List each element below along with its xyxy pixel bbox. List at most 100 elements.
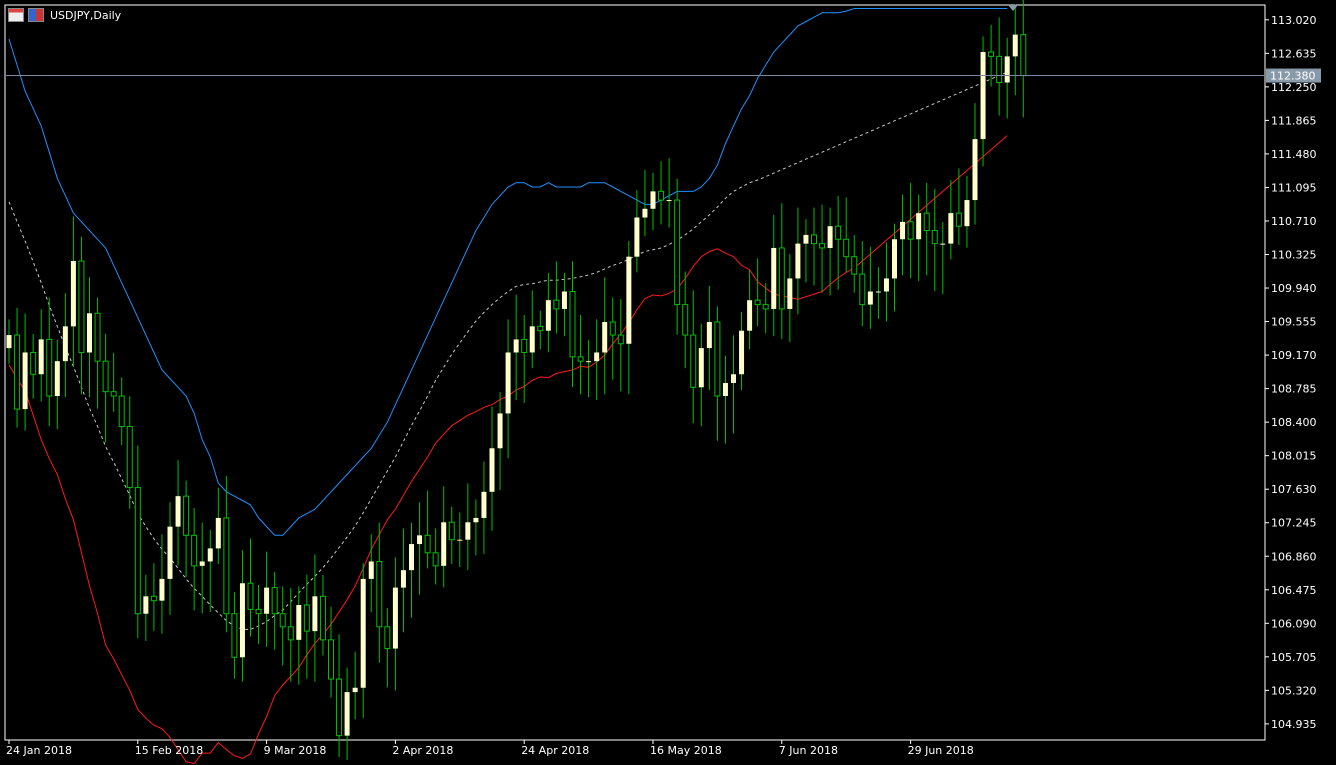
candle-body bbox=[328, 639, 334, 680]
candle-body bbox=[787, 278, 793, 309]
candle-body bbox=[22, 352, 28, 410]
candle-body bbox=[78, 260, 85, 353]
y-tick-label: 104.935 bbox=[1271, 718, 1317, 731]
symbol-icon[interactable] bbox=[28, 8, 44, 22]
candle-body bbox=[843, 238, 850, 258]
candle-body bbox=[14, 334, 21, 410]
candle-body bbox=[199, 561, 205, 566]
candle-body bbox=[183, 495, 190, 536]
candle-body bbox=[795, 243, 801, 279]
candle-body bbox=[771, 247, 777, 309]
candle-body bbox=[46, 338, 53, 397]
candle-body bbox=[102, 360, 109, 393]
candle-body bbox=[900, 221, 906, 240]
candle-body bbox=[980, 52, 986, 140]
candle-body bbox=[247, 582, 254, 610]
candle-body bbox=[569, 291, 576, 358]
y-tick-label: 108.400 bbox=[1271, 416, 1317, 429]
candle-body bbox=[706, 321, 712, 349]
candle-body bbox=[731, 374, 736, 383]
candle-body bbox=[827, 226, 833, 248]
price-chart[interactable]: 113.020 112.635 112.250 111.865 111.480 111.0… bbox=[0, 0, 1336, 765]
candle-body bbox=[448, 521, 455, 541]
y-tick-label: 107.245 bbox=[1271, 517, 1317, 530]
x-axis: 24 Jan 2018 15 Feb 2018 9 Mar 2018 2 Apr 20… bbox=[6, 740, 974, 757]
candle-body bbox=[948, 213, 954, 244]
candle-body bbox=[972, 139, 978, 201]
candle-body bbox=[674, 199, 681, 306]
candle-body bbox=[1004, 56, 1010, 83]
candle-body bbox=[239, 583, 245, 658]
candle-body bbox=[264, 587, 270, 614]
y-tick-label: 111.480 bbox=[1271, 148, 1317, 161]
chart-title: USDJPY,Daily bbox=[50, 8, 122, 22]
candle-body bbox=[134, 486, 141, 615]
y-tick-label: 112.635 bbox=[1271, 47, 1317, 60]
candle-body bbox=[223, 517, 230, 615]
candle-body bbox=[1012, 34, 1018, 57]
candle-body bbox=[368, 561, 374, 579]
candle-body bbox=[650, 191, 656, 209]
candle-body bbox=[159, 578, 165, 601]
candle-body bbox=[988, 51, 995, 57]
candle-body bbox=[118, 395, 125, 427]
candle-body bbox=[1020, 34, 1027, 77]
candle-body bbox=[424, 534, 431, 554]
candle-body bbox=[609, 321, 616, 336]
candle-body bbox=[352, 687, 358, 693]
candle-body bbox=[400, 570, 406, 588]
candle-body bbox=[996, 55, 1003, 84]
candle-body bbox=[303, 604, 310, 632]
y-tick-label: 108.785 bbox=[1271, 383, 1317, 396]
price-label-text: 112.380 bbox=[1270, 70, 1316, 83]
y-tick-label: 106.860 bbox=[1271, 550, 1317, 563]
candle-body bbox=[666, 200, 672, 202]
candle-body bbox=[513, 339, 519, 353]
plot-frame bbox=[4, 4, 1266, 741]
candle-body bbox=[819, 243, 826, 249]
x-tick-label: 2 Apr 2018 bbox=[392, 744, 453, 757]
x-tick-label: 24 Jan 2018 bbox=[6, 744, 72, 757]
candle-body bbox=[360, 578, 366, 688]
chart-title-bar: USDJPY,Daily bbox=[8, 6, 121, 24]
candle-body bbox=[955, 212, 962, 227]
candle-body bbox=[6, 335, 12, 349]
window-icon[interactable] bbox=[8, 8, 24, 22]
candle-body bbox=[545, 300, 551, 331]
candle-body bbox=[634, 217, 640, 257]
candle-body bbox=[344, 692, 350, 736]
candle-body bbox=[287, 626, 294, 641]
y-tick-label: 109.940 bbox=[1271, 282, 1317, 295]
candle-body bbox=[312, 596, 318, 632]
candle-body bbox=[489, 448, 495, 492]
candle-body bbox=[279, 613, 286, 628]
candle-body bbox=[441, 522, 447, 566]
candle-body bbox=[867, 291, 873, 305]
candle-body bbox=[296, 605, 302, 640]
y-tick-label: 109.555 bbox=[1271, 316, 1317, 329]
candle-body bbox=[762, 304, 769, 310]
candle-body bbox=[70, 261, 76, 327]
candle-body bbox=[231, 613, 238, 658]
candle-body bbox=[505, 352, 511, 414]
candle-body bbox=[336, 678, 343, 737]
candle-body bbox=[690, 334, 697, 388]
candle-body bbox=[859, 273, 866, 306]
candle-body bbox=[473, 517, 479, 523]
candle-body bbox=[851, 256, 858, 275]
candle-body bbox=[62, 326, 68, 362]
y-tick-label: 107.630 bbox=[1271, 483, 1317, 496]
candle-body bbox=[964, 200, 970, 227]
y-tick-label: 113.020 bbox=[1271, 14, 1317, 27]
y-tick-label: 105.320 bbox=[1271, 684, 1317, 697]
candle-body bbox=[271, 587, 278, 615]
candle-body bbox=[586, 361, 592, 363]
y-tick-label: 106.475 bbox=[1271, 584, 1317, 597]
candle-body bbox=[529, 326, 535, 353]
candle-body bbox=[916, 213, 922, 240]
candle-body bbox=[432, 552, 439, 567]
candle-body bbox=[392, 587, 398, 649]
candle-body bbox=[907, 221, 914, 240]
candle-body bbox=[617, 334, 624, 345]
candle-body bbox=[931, 230, 938, 245]
